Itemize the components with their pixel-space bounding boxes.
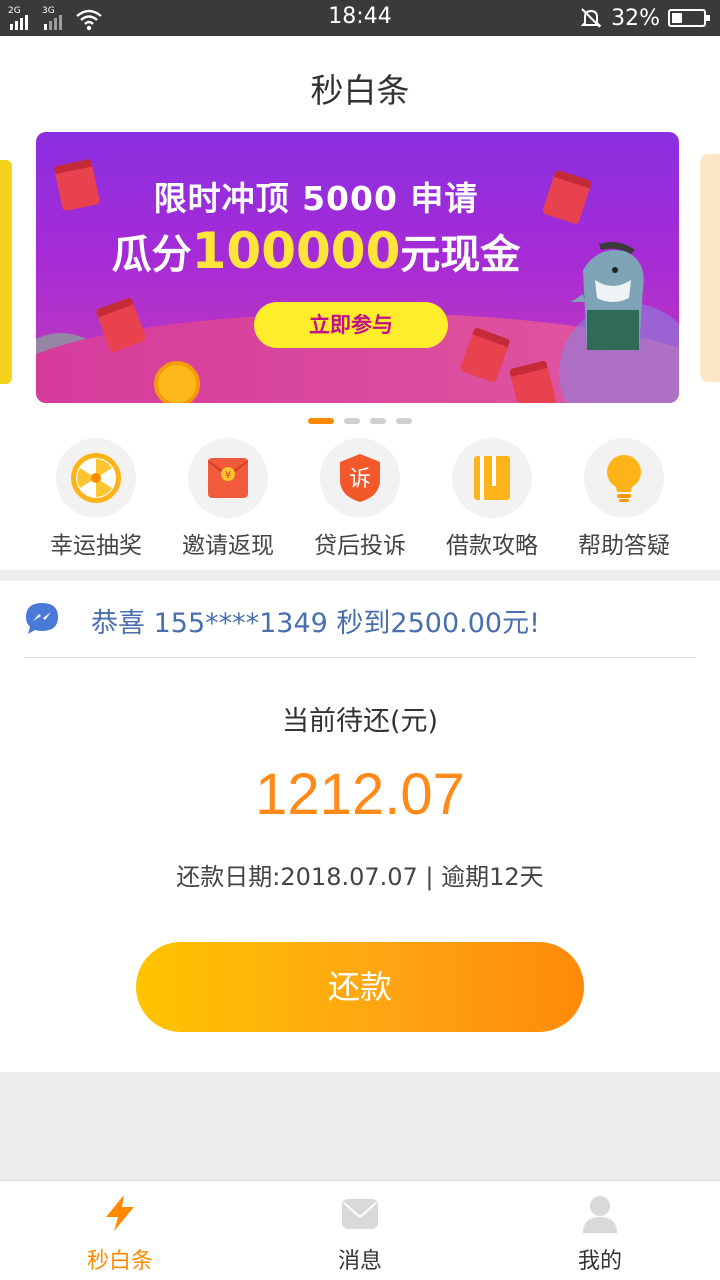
page-title: 秒白条 [310,71,410,110]
shortcut-label: 贷后投诉 [314,533,406,559]
amount-due-value: 1212.07 [255,762,465,827]
banner-highlight-amount: 100000 [191,222,401,280]
shortcut-invite-cashback[interactable]: ¥ 邀请返现 [162,436,294,559]
message-icon [342,1199,378,1229]
shortcut-complaint[interactable]: 诉 贷后投诉 [294,436,426,559]
notice-text: 恭喜 155****1349 秒到2500.00元! [91,608,540,639]
shortcut-grid: 幸运抽奖 ¥ 邀请返现 诉 贷后投诉 借款攻略 帮助答疑 [0,436,720,559]
wheel-icon [71,453,121,503]
nav-label: 消息 [337,1249,382,1274]
banner-pagination [308,418,412,424]
battery-icon [668,9,710,27]
lightning-icon [106,1195,134,1231]
repay-button[interactable]: 还款 [136,942,584,1032]
shortcut-lucky-draw[interactable]: 幸运抽奖 [30,436,162,559]
profile-icon [583,1196,617,1233]
banner-page-dot[interactable] [308,418,334,424]
nav-item-messages[interactable]: 消息 [240,1181,480,1280]
messenger-icon [26,603,58,634]
nav-item-profile[interactable]: 我的 [480,1181,720,1280]
due-date-info: 还款日期:2018.07.07 | 逾期12天 [176,863,544,891]
shortcut-loan-guide[interactable]: 借款攻略 [426,436,558,559]
shortcut-label: 帮助答疑 [578,533,670,559]
svg-text:¥: ¥ [225,470,231,481]
complaint-shield-icon: 诉 [340,454,380,502]
banner-subheadline-suffix: 元现金 [400,232,521,278]
banner-prev-peek[interactable] [0,160,12,384]
shortcut-label: 邀请返现 [182,533,274,559]
status-bar: 2G 3G 18:44 32% [0,0,720,36]
lightbulb-icon [607,455,641,502]
nav-label: 秒白条 [86,1249,153,1274]
banner-page-dot[interactable] [396,418,412,424]
home-header: 秒白条 限时冲顶 5000 申请 瓜分100000元现金 立即参与 幸运抽奖 ¥… [0,36,720,570]
guide-book-icon [474,456,510,500]
coin-icon [154,361,200,403]
shortcut-label: 幸运抽奖 [50,533,142,559]
amount-due-label: 当前待还(元) [281,706,439,737]
banner-subheadline-prefix: 瓜分 [111,232,192,278]
shortcut-help-faq[interactable]: 帮助答疑 [558,436,690,559]
nav-item-home[interactable]: 秒白条 [0,1181,240,1280]
banner-page-dot[interactable] [370,418,386,424]
banner-next-peek[interactable] [700,154,720,382]
banner-page-dot[interactable] [344,418,360,424]
red-envelope-icon: ¥ [208,458,248,498]
mute-bell-icon [580,8,602,28]
bottom-nav: 秒白条 消息 我的 [0,1180,720,1280]
shortcut-label: 借款攻略 [446,533,538,559]
shark-mascot-icon [571,242,644,350]
banner-subheadline: 瓜分100000元现金 [36,222,596,280]
nav-label: 我的 [577,1249,622,1274]
promo-banner[interactable]: 限时冲顶 5000 申请 瓜分100000元现金 立即参与 [36,132,679,403]
svg-text:诉: 诉 [349,467,371,492]
battery-percent: 32% [611,5,660,31]
join-now-button[interactable]: 立即参与 [254,302,448,348]
repayment-card: 恭喜 155****1349 秒到2500.00元! 当前待还(元) 1212.… [0,581,720,1072]
banner-headline: 限时冲顶 5000 申请 [153,179,479,218]
notice-bar[interactable]: 恭喜 155****1349 秒到2500.00元! [24,581,696,658]
